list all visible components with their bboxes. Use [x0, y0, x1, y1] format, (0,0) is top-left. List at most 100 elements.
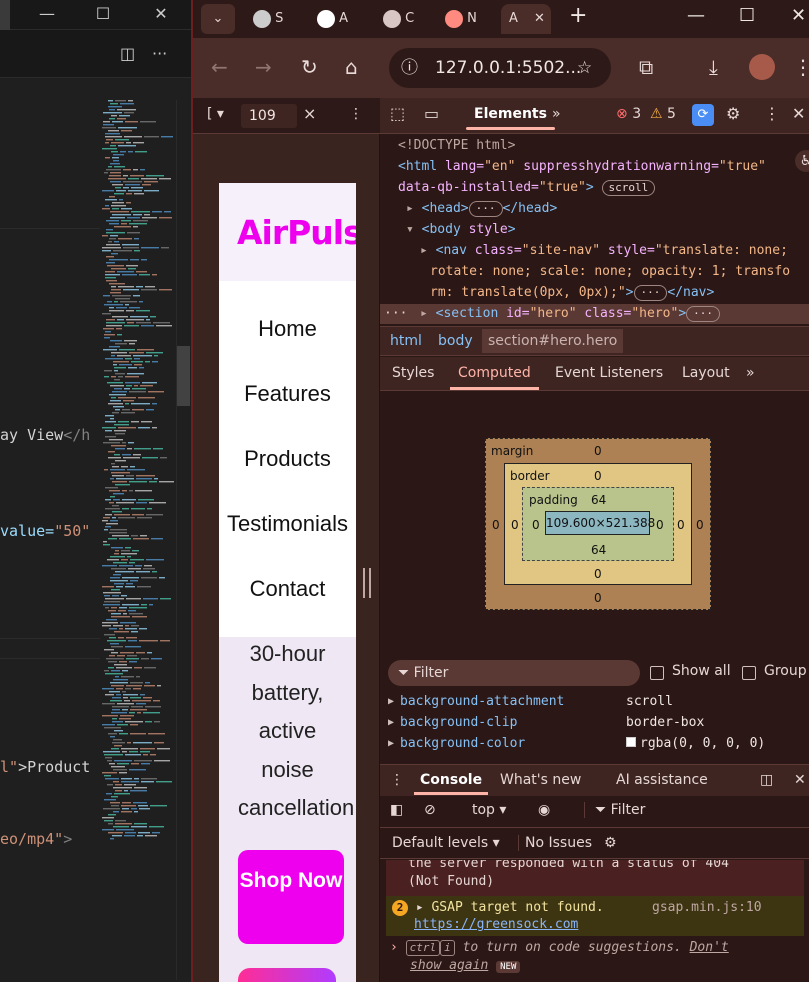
console-error-message[interactable]: the server responded with a status of 40…	[386, 860, 804, 896]
devtools-menu-icon[interactable]: ⋮	[764, 104, 780, 123]
console-filter-input[interactable]: ⏷ Filter	[584, 802, 804, 818]
menu-icon[interactable]: ⋮	[793, 56, 809, 78]
sidebar-toggle-icon[interactable]: ◧	[390, 802, 403, 818]
issues-count[interactable]: No Issues	[518, 835, 592, 851]
tab-console[interactable]: Console	[413, 772, 489, 795]
computed-filter-input[interactable]: ⏷ Filter	[388, 660, 640, 686]
tab-event-listeners[interactable]: Event Listeners	[555, 365, 663, 381]
margin-bottom-value[interactable]: 0	[594, 591, 602, 605]
close-drawer-icon[interactable]: ✕	[794, 772, 806, 788]
live-expression-eye-icon[interactable]: ◉	[538, 802, 550, 818]
ai-assist-icon[interactable]: ⟳	[692, 104, 714, 126]
breadcrumb-html[interactable]: html	[390, 333, 422, 349]
clear-console-icon[interactable]: ⊘	[424, 802, 436, 818]
dom-section-hero[interactable]: ▸ <section id="hero" class="hero"> ···	[420, 306, 721, 322]
browser-tab[interactable]: A	[317, 4, 357, 34]
more-actions-icon[interactable]: ···	[152, 44, 167, 63]
extensions-icon[interactable]: ⧉	[639, 56, 653, 78]
source-link[interactable]: gsap.min.js:10	[652, 900, 762, 915]
maximize-icon[interactable]: ☐	[89, 2, 117, 26]
dom-html[interactable]: <html lang="en" suppresshydrationwarning…	[398, 159, 766, 174]
close-devtools-icon[interactable]: ✕	[792, 104, 805, 123]
tab-elements[interactable]: Elements	[466, 106, 555, 130]
computed-property[interactable]: ▶ background-color rgba(0, 0, 0, 0)	[380, 736, 809, 756]
resize-handle[interactable]	[363, 568, 371, 598]
margin-left-value[interactable]: 0	[492, 518, 500, 532]
dont-show-again-link[interactable]: Don't	[690, 940, 729, 955]
group-checkbox[interactable]	[742, 666, 756, 680]
padding-left-value[interactable]: 0	[532, 518, 540, 532]
device-toggle-icon[interactable]: ▭	[424, 104, 439, 123]
border-right-value[interactable]: 0	[677, 518, 685, 532]
site-logo[interactable]: AirPuls	[237, 213, 356, 252]
color-swatch[interactable]	[626, 737, 636, 747]
reload-icon[interactable]: ↻	[301, 56, 318, 78]
border-top-value[interactable]: 0	[594, 469, 602, 483]
tab-layout[interactable]: Layout	[682, 365, 730, 381]
nav-item-features[interactable]: Features	[219, 381, 356, 407]
errors-badge[interactable]: ⊗ 3	[616, 106, 641, 122]
clear-icon[interactable]: ×	[303, 104, 316, 123]
address-bar[interactable]: ⓘ 127.0.0.1:5502... ☆	[389, 48, 611, 88]
computed-property[interactable]: ▶ background-attachment scroll	[380, 694, 809, 714]
browser-tab-active[interactable]: A ✕	[501, 4, 551, 34]
dom-head[interactable]: ▸ <head> ··· </head>	[406, 201, 557, 217]
default-levels-select[interactable]: Default levels ▾	[392, 835, 500, 851]
show-all-checkbox[interactable]	[650, 666, 664, 680]
minimize-icon[interactable]: —	[687, 4, 705, 28]
nav-item-products[interactable]: Products	[219, 446, 356, 472]
inspect-element-icon[interactable]: ⬚	[390, 104, 405, 123]
maximize-icon[interactable]: ☐	[739, 4, 755, 28]
border-left-value[interactable]: 0	[511, 518, 519, 532]
forward-icon[interactable]: →	[255, 56, 272, 78]
minimap[interactable]	[100, 100, 176, 840]
dom-row-dots[interactable]: ···	[384, 306, 407, 321]
scrollbar-thumb[interactable]	[177, 346, 190, 406]
more-subtabs-icon[interactable]: »	[746, 365, 755, 381]
drawer-menu-icon[interactable]: ⋮	[390, 772, 404, 788]
padding-bottom-value[interactable]: 64	[591, 543, 606, 557]
browser-tab[interactable]: S	[253, 4, 293, 34]
dom-nav[interactable]: ▸ <nav class="site-nav" style="translate…	[420, 243, 788, 258]
profile-avatar[interactable]	[749, 54, 775, 80]
tab-styles[interactable]: Styles	[392, 365, 434, 381]
console-settings-gear-icon[interactable]: ⚙	[604, 835, 617, 851]
padding-right-value[interactable]: 0	[656, 518, 664, 532]
zoom-input[interactable]: 109	[241, 104, 297, 128]
dom-tree[interactable]: <!DOCTYPE html> <html lang="en" suppress…	[380, 134, 809, 324]
margin-top-value[interactable]: 0	[594, 444, 602, 458]
site-info-icon[interactable]: ⓘ	[401, 48, 418, 88]
shop-now-button[interactable]: Shop Now	[238, 850, 344, 944]
tab-whats-new[interactable]: What's new	[500, 772, 581, 788]
breadcrumb-section[interactable]: section#hero.hero	[482, 329, 624, 353]
nav-item-home[interactable]: Home	[219, 316, 356, 342]
close-tab-icon[interactable]: ✕	[534, 11, 545, 26]
nav-item-contact[interactable]: Contact	[219, 576, 356, 602]
greensock-link[interactable]: https://greensock.com	[414, 917, 578, 932]
warnings-badge[interactable]: ⚠ 5	[650, 106, 676, 122]
margin-right-value[interactable]: 0	[696, 518, 704, 532]
browser-tab[interactable]: C	[383, 4, 423, 34]
minimize-icon[interactable]: —	[33, 2, 61, 26]
vscode-menu-strip[interactable]	[0, 0, 10, 30]
expand-arrow-icon[interactable]: ▸	[416, 900, 424, 915]
breadcrumb-body[interactable]: body	[438, 333, 473, 349]
border-bottom-value[interactable]: 0	[594, 567, 602, 581]
more-options-icon[interactable]: ⋮	[349, 106, 363, 122]
tab-ai-assistance[interactable]: AI assistance	[616, 772, 708, 788]
box-model-content[interactable]: 109.600×521.388	[545, 511, 655, 535]
device-select[interactable]: [ ▾	[207, 106, 224, 122]
settings-gear-icon[interactable]: ⚙	[726, 104, 740, 123]
show-again-link[interactable]: show again	[410, 958, 488, 973]
close-icon[interactable]: ✕	[147, 2, 175, 26]
nav-item-testimonials[interactable]: Testimonials	[219, 511, 356, 537]
console-warning-message[interactable]: 2 ▸ GSAP target not found. gsap.min.js:1…	[386, 896, 804, 936]
home-icon[interactable]: ⌂	[345, 56, 358, 78]
browser-tab[interactable]: N	[445, 4, 485, 34]
code-editor[interactable]: ay View</h value="50" l">Product eo/mp4"…	[0, 78, 100, 982]
context-select[interactable]: top ▾	[472, 802, 506, 818]
padding-top-value[interactable]: 64	[591, 493, 606, 507]
star-icon[interactable]: ☆	[577, 48, 592, 88]
dom-body[interactable]: ▾ <body style>	[406, 222, 516, 237]
dock-icon[interactable]: ◫	[760, 772, 773, 788]
